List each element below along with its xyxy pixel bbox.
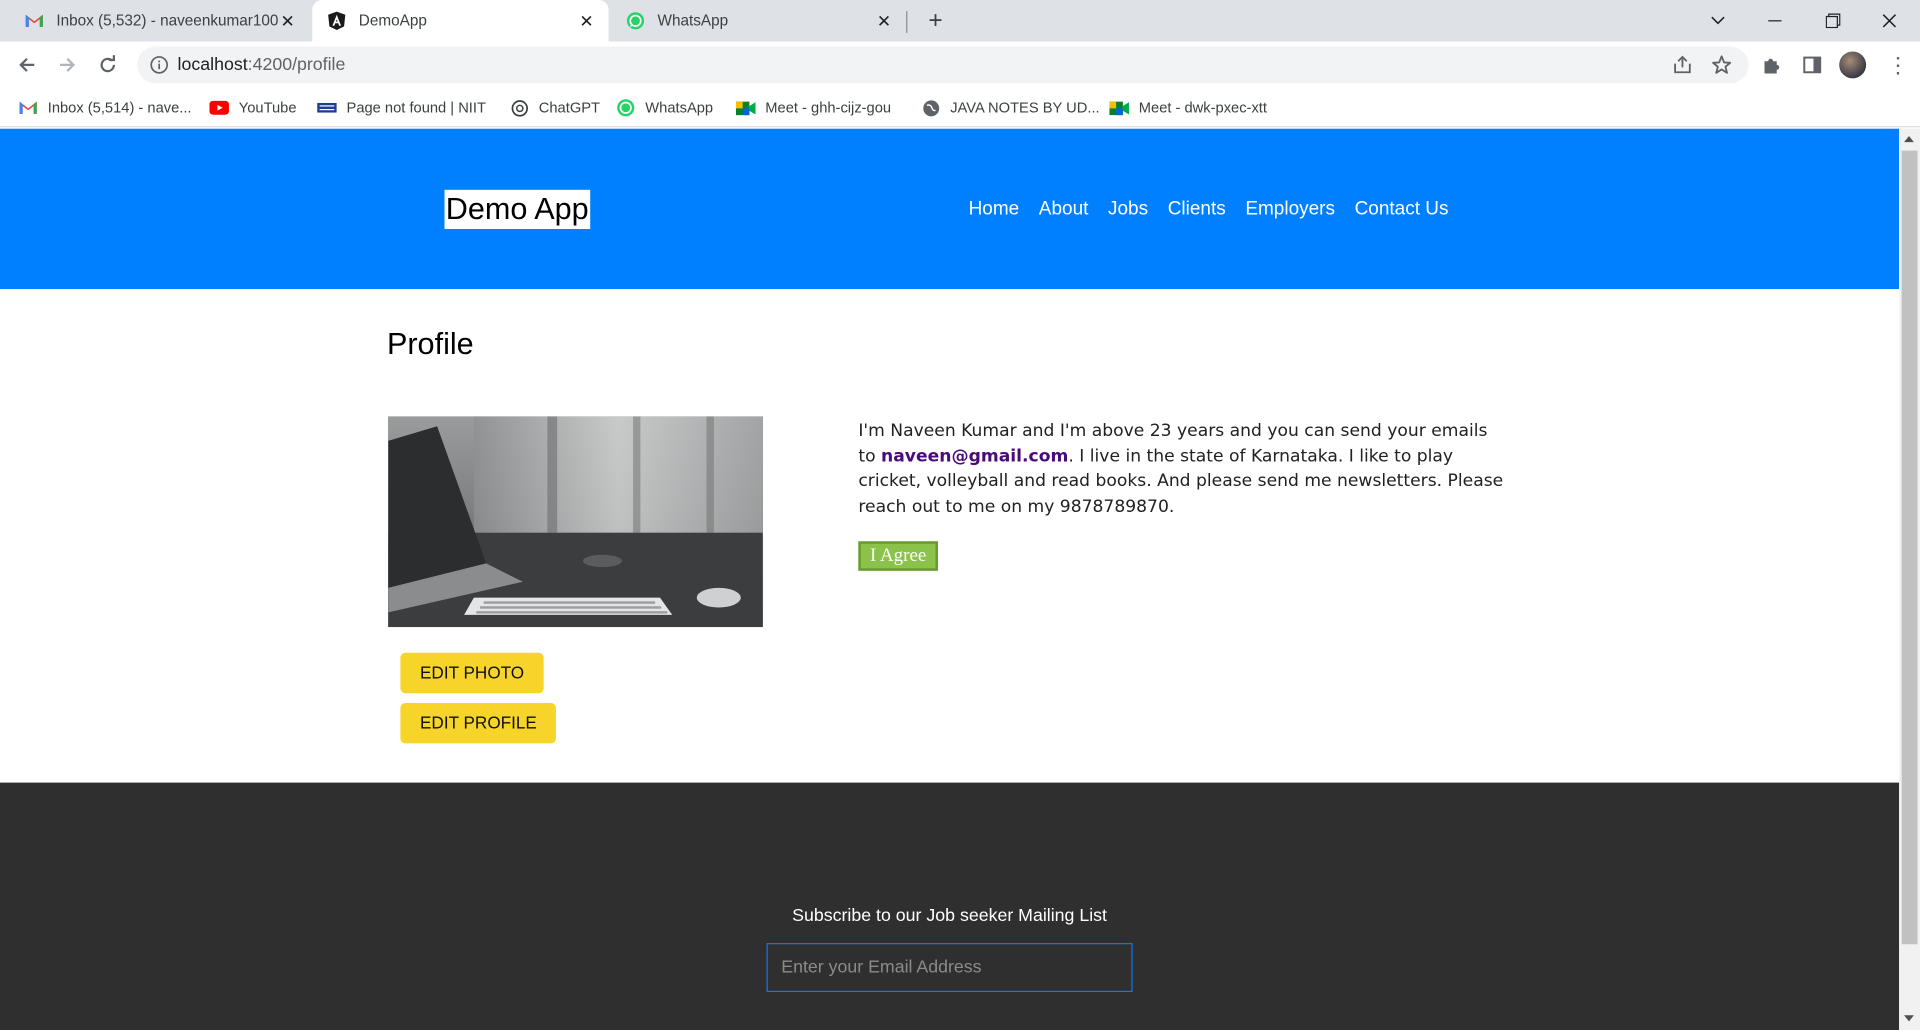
scrollbar-thumb[interactable] <box>1901 150 1918 945</box>
whatsapp-icon <box>616 98 636 118</box>
tab-whatsapp[interactable]: WhatsApp ✕ <box>611 0 906 42</box>
bookmark-youtube[interactable]: YouTube <box>209 97 297 119</box>
bookmark-meet-2[interactable]: Meet - dwk-pxec-xtt <box>1109 97 1267 119</box>
site-header: Demo App Home About Jobs Clients Employe… <box>0 128 1900 290</box>
edit-photo-button[interactable]: EDIT PHOTO <box>400 652 544 694</box>
gmail-icon <box>18 98 38 118</box>
gmail-icon <box>24 11 44 31</box>
meet-icon <box>1109 98 1129 118</box>
brand-logo[interactable]: Demo App <box>444 189 590 230</box>
meet-icon <box>735 98 756 118</box>
reload-icon[interactable] <box>89 47 126 84</box>
whatsapp-icon <box>626 11 646 31</box>
browser-window: Inbox (5,532) - naveenkumar100 ✕ DemoApp… <box>0 0 1920 1030</box>
email-link[interactable]: naveen@gmail.com <box>881 446 1068 466</box>
youtube-icon <box>209 98 229 118</box>
bookmark-chatgpt[interactable]: ChatGPT <box>509 97 600 119</box>
back-icon[interactable] <box>9 47 46 84</box>
bookmark-meet-1[interactable]: Meet - ghh-cijz-gou <box>735 97 891 119</box>
niit-icon <box>317 98 337 118</box>
browser-toolbar: localhost:4200/profile ⋮ <box>0 41 1920 89</box>
bookmark-whatsapp[interactable]: WhatsApp <box>616 97 713 119</box>
tab-search-icon[interactable] <box>1690 0 1746 42</box>
scroll-down-icon[interactable] <box>1904 1015 1914 1022</box>
nav-employers[interactable]: Employers <box>1245 198 1335 220</box>
more-options-icon[interactable]: ⋮ <box>1886 51 1910 78</box>
tab-title: Inbox (5,532) - naveenkumar100 <box>56 12 278 30</box>
site-footer: Subscribe to our Job seeker Mailing List <box>0 782 1900 1030</box>
profile-photo <box>388 416 763 628</box>
nav-jobs[interactable]: Jobs <box>1108 198 1148 220</box>
close-tab-icon[interactable]: ✕ <box>577 11 597 31</box>
nav-clients[interactable]: Clients <box>1168 198 1226 220</box>
subscribe-email-input[interactable] <box>766 943 1133 993</box>
bookmark-niit[interactable]: Page not found | NIIT <box>317 97 486 119</box>
bookmark-java-notes[interactable]: JAVA NOTES BY UD... <box>921 97 1100 119</box>
new-tab-icon[interactable]: + <box>921 6 950 35</box>
restore-icon[interactable] <box>1805 0 1861 42</box>
nav-home[interactable]: Home <box>969 198 1020 220</box>
bookmark-star-icon[interactable] <box>1711 54 1733 76</box>
nav-contact-us[interactable]: Contact Us <box>1355 198 1449 220</box>
close-window-icon[interactable] <box>1861 0 1917 42</box>
minimize-icon[interactable] <box>1746 0 1802 42</box>
main-nav: Home About Jobs Clients Employers Contac… <box>969 198 1468 220</box>
page-title: Profile <box>386 327 474 362</box>
globe-icon <box>921 98 941 118</box>
tab-title: DemoApp <box>358 12 427 30</box>
angular-icon <box>327 11 347 31</box>
info-icon[interactable] <box>149 55 169 75</box>
page-viewport: Demo App Home About Jobs Clients Employe… <box>0 128 1900 1030</box>
subscribe-title: Subscribe to our Job seeker Mailing List <box>792 906 1107 926</box>
address-bar[interactable]: localhost:4200/profile <box>137 46 1749 84</box>
side-panel-icon[interactable] <box>1799 51 1826 78</box>
extensions-icon[interactable] <box>1758 51 1785 78</box>
tab-gmail[interactable]: Inbox (5,532) - naveenkumar100 ✕ <box>10 0 310 42</box>
tab-demoapp[interactable]: DemoApp ✕ <box>312 0 609 42</box>
share-icon[interactable] <box>1671 54 1693 76</box>
edit-profile-button[interactable]: EDIT PROFILE <box>400 702 557 744</box>
chatgpt-icon <box>509 98 529 118</box>
bookmarks-bar: Inbox (5,514) - nave... YouTube Page not… <box>0 88 1920 128</box>
tab-title: WhatsApp <box>657 12 729 30</box>
tab-strip: Inbox (5,532) - naveenkumar100 ✕ DemoApp… <box>0 0 1920 42</box>
forward-icon[interactable] <box>49 47 86 84</box>
url-text: localhost:4200/profile <box>177 55 346 75</box>
page-scrollbar[interactable] <box>1899 128 1920 1030</box>
close-tab-icon[interactable]: ✕ <box>874 11 894 31</box>
bookmark-gmail[interactable]: Inbox (5,514) - nave... <box>18 97 192 119</box>
profile-avatar[interactable] <box>1839 51 1867 79</box>
scroll-up-icon[interactable] <box>1904 135 1914 143</box>
profile-bio: I'm Naveen Kumar and I'm above 23 years … <box>858 421 1504 517</box>
nav-about[interactable]: About <box>1039 198 1089 220</box>
agree-button[interactable]: I Agree <box>858 541 938 571</box>
close-tab-icon[interactable]: ✕ <box>278 11 298 31</box>
